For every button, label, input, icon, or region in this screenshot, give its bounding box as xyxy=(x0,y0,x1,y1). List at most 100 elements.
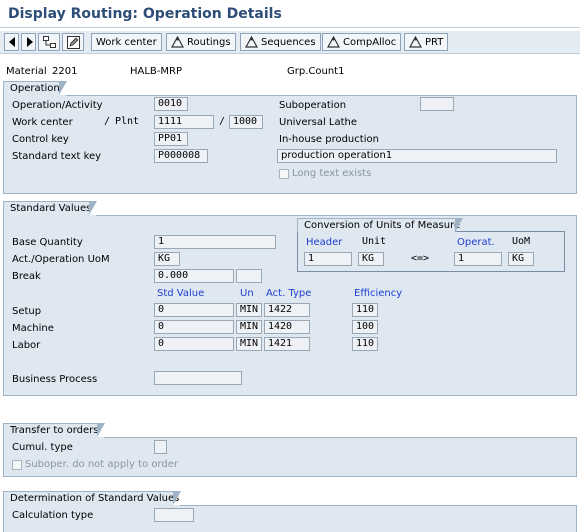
setup-value-field[interactable]: 0 xyxy=(154,303,234,317)
standard-text-key-label: Standard text key xyxy=(12,151,102,162)
calculation-type-field[interactable] xyxy=(154,508,194,522)
application-toolbar: Work center Routings Sequences CompAlloc… xyxy=(0,31,580,54)
transfer-group-border xyxy=(104,437,577,438)
sequences-button[interactable]: Sequences xyxy=(240,33,321,51)
routings-label: Routings xyxy=(187,36,231,48)
labor-unit-field[interactable]: MIN xyxy=(236,337,262,351)
suboperation-field[interactable] xyxy=(420,97,454,111)
machine-label: Machine xyxy=(12,323,54,334)
routing-icon xyxy=(327,36,340,48)
uom-label: Act./Operation UoM xyxy=(12,254,110,265)
cumulation-type-label: Cumul. type xyxy=(12,442,73,453)
work-center-button[interactable]: Work center xyxy=(91,33,162,51)
plant-label: Plnt xyxy=(115,116,140,127)
break-field[interactable]: 0.000 xyxy=(154,269,234,283)
header-quantity-field[interactable]: 1 xyxy=(304,252,352,266)
group-counter: Grp.Count1 xyxy=(287,66,345,77)
material-label: Material xyxy=(6,66,47,77)
conversion-box-title: Conversion of Units of Measure xyxy=(297,218,463,232)
routing-icon xyxy=(245,36,258,48)
work-center-label: Work center xyxy=(12,117,73,128)
standard-values-title: Standard Values xyxy=(3,201,97,215)
slash-separator: / xyxy=(104,116,111,127)
suboperation-order-label: Suboper. do not apply to order xyxy=(25,459,178,470)
control-key-label: Control key xyxy=(12,134,69,145)
setup-efficiency-field[interactable]: 110 xyxy=(352,303,378,317)
standard-values-border xyxy=(96,215,577,216)
break-label: Break xyxy=(12,271,41,282)
setup-activity-type-field[interactable]: 1422 xyxy=(264,303,310,317)
control-key-field[interactable]: PP01 xyxy=(154,132,188,146)
cumulation-type-field[interactable] xyxy=(154,440,167,454)
operation-group-title: Operation xyxy=(3,81,67,95)
unit-column-header: Un xyxy=(240,288,254,299)
labor-label: Labor xyxy=(12,340,41,351)
uom-column-label: UoM xyxy=(512,236,531,247)
compalloc-button[interactable]: CompAlloc xyxy=(322,33,402,51)
determination-group-border xyxy=(180,505,577,506)
next-button[interactable] xyxy=(21,33,36,51)
break-unit-field[interactable] xyxy=(236,269,262,283)
header-column-label: Header xyxy=(306,237,343,248)
suboperation-label: Suboperation xyxy=(279,100,347,111)
material-value: 2201 xyxy=(52,66,78,77)
operation-short-text-field[interactable]: production operation1 xyxy=(277,149,557,163)
operation-activity-field[interactable]: 0010 xyxy=(154,97,188,111)
labor-efficiency-field[interactable]: 110 xyxy=(352,337,378,351)
machine-activity-type-field[interactable]: 1420 xyxy=(264,320,310,334)
calculation-type-label: Calculation type xyxy=(12,510,94,521)
page-title: Display Routing: Operation Details xyxy=(8,6,282,22)
labor-activity-type-field[interactable]: 1421 xyxy=(264,337,310,351)
triangle-left-icon xyxy=(9,37,15,47)
routing-value: HALB-MRP xyxy=(130,66,183,77)
work-center-label: Work center xyxy=(96,36,157,48)
operation-activity-label: Operation/Activity xyxy=(12,100,103,111)
prt-button[interactable]: PRT xyxy=(404,33,449,51)
sequences-label: Sequences xyxy=(261,36,316,48)
setup-unit-field[interactable]: MIN xyxy=(236,303,262,317)
work-center-field[interactable]: 1111 xyxy=(154,115,214,129)
hierarchy-button[interactable] xyxy=(38,33,60,51)
header-unit-field[interactable]: KG xyxy=(358,252,384,266)
uom-field[interactable]: KG xyxy=(154,252,180,266)
control-key-description: In-house production xyxy=(279,134,379,145)
machine-unit-field[interactable]: MIN xyxy=(236,320,262,334)
routing-icon xyxy=(171,36,184,48)
change-mode-button[interactable] xyxy=(62,33,84,51)
prt-label: PRT xyxy=(425,36,444,48)
slash-separator: / xyxy=(219,116,226,127)
routings-button[interactable]: Routings xyxy=(166,33,236,51)
labor-value-field[interactable]: 0 xyxy=(154,337,234,351)
conversion-arrow: <=> xyxy=(411,253,430,264)
unit-column-label: Unit xyxy=(362,236,387,247)
title-divider xyxy=(0,27,580,28)
activity-type-column-header: Act. Type xyxy=(266,288,312,299)
std-value-column-header: Std Value xyxy=(157,288,205,299)
compalloc-label: CompAlloc xyxy=(343,36,397,48)
operation-column-label: Operat. xyxy=(457,237,495,248)
long-text-label: Long text exists xyxy=(292,168,372,179)
operation-unit-field[interactable]: KG xyxy=(508,252,534,266)
long-text-checkbox[interactable] xyxy=(279,169,289,179)
business-process-field[interactable] xyxy=(154,371,242,385)
transfer-group-title: Transfer to orders xyxy=(3,423,105,437)
base-quantity-label: Base Quantity xyxy=(12,237,83,248)
standard-text-key-field[interactable]: P000008 xyxy=(154,149,208,163)
triangle-right-icon xyxy=(27,37,33,47)
base-quantity-field[interactable]: 1 xyxy=(154,235,276,249)
routing-icon xyxy=(409,36,422,48)
business-process-label: Business Process xyxy=(12,374,98,385)
previous-button[interactable] xyxy=(4,33,19,51)
machine-value-field[interactable]: 0 xyxy=(154,320,234,334)
plant-field[interactable]: 1000 xyxy=(229,115,263,129)
efficiency-column-header: Efficiency xyxy=(354,288,403,299)
transfer-group xyxy=(3,437,577,477)
determination-group-title: Determination of Standard Values xyxy=(3,491,181,505)
setup-label: Setup xyxy=(12,306,42,317)
operation-group-border xyxy=(66,95,577,96)
machine-efficiency-field[interactable]: 100 xyxy=(352,320,378,334)
operation-quantity-field[interactable]: 1 xyxy=(454,252,502,266)
suboperation-order-checkbox[interactable] xyxy=(12,460,22,470)
work-center-description: Universal Lathe xyxy=(279,117,358,128)
pencil-icon xyxy=(67,35,80,49)
